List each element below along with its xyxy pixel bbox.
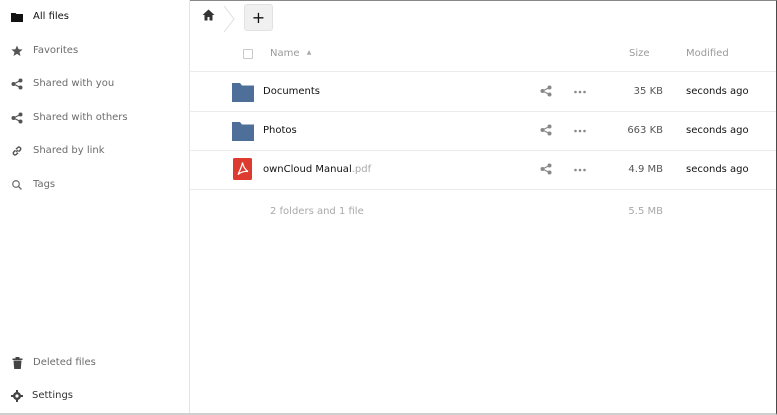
file-modified: seconds ago [686, 125, 749, 136]
summary-total-size: 5.5 MB [628, 206, 663, 217]
breadcrumb-separator [223, 5, 235, 33]
sidebar-item-deleted-files[interactable]: Deleted files [0, 349, 189, 377]
sidebar-item-label: All files [33, 11, 70, 22]
file-list-area: + Name ▲ Size Modified Documents 35 KB s… [190, 0, 776, 413]
share-icon[interactable] [540, 85, 552, 99]
sidebar-item-shared-with-others[interactable]: Shared with others [0, 104, 189, 132]
link-icon [10, 144, 24, 158]
new-file-button[interactable]: + [244, 4, 273, 31]
more-actions-icon[interactable] [573, 125, 587, 137]
table-row[interactable]: Documents 35 KB seconds ago [190, 73, 776, 112]
sidebar-item-label: Shared by link [33, 145, 105, 156]
sidebar-item-favorites[interactable]: Favorites [0, 37, 189, 65]
sidebar: All files Favorites Shared with you Shar… [0, 0, 190, 413]
pdf-file-icon [233, 158, 255, 180]
trash-icon [10, 356, 24, 370]
table-header: Name ▲ Size Modified [190, 36, 776, 72]
sidebar-item-label: Deleted files [33, 357, 96, 368]
folder-icon [10, 10, 24, 24]
file-extension: .pdf [351, 164, 372, 175]
file-name[interactable]: Documents [263, 86, 320, 97]
sidebar-item-label: Settings [32, 390, 74, 401]
select-all-checkbox[interactable] [243, 49, 253, 59]
more-actions-icon[interactable] [573, 164, 587, 176]
file-summary: 2 folders and 1 file 5.5 MB [190, 190, 776, 230]
sidebar-item-tags[interactable]: Tags [0, 171, 189, 199]
file-size: 663 KB [627, 125, 663, 136]
folder-icon [232, 82, 254, 102]
breadcrumb: + [190, 0, 776, 36]
size-column-header[interactable]: Size [629, 48, 650, 59]
modified-column-header[interactable]: Modified [686, 48, 729, 59]
star-icon [10, 44, 24, 58]
name-column-label: Name [270, 48, 300, 59]
share-icon [10, 111, 24, 125]
sidebar-item-label: Favorites [33, 45, 79, 56]
more-actions-icon[interactable] [573, 86, 587, 98]
gear-icon [10, 389, 24, 403]
sidebar-item-shared-by-link[interactable]: Shared by link [0, 137, 189, 165]
sidebar-item-label: Tags [33, 179, 56, 190]
sort-ascending-icon: ▲ [306, 49, 312, 56]
home-icon[interactable] [202, 9, 216, 23]
sidebar-item-label: Shared with others [33, 112, 128, 123]
summary-count: 2 folders and 1 file [270, 206, 364, 217]
folder-icon [232, 121, 254, 141]
file-modified: seconds ago [686, 86, 749, 97]
file-size: 35 KB [633, 86, 663, 97]
sidebar-item-label: Shared with you [33, 78, 115, 89]
sidebar-item-all-files[interactable]: All files [0, 3, 189, 31]
file-name[interactable]: ownCloud Manual.pdf [263, 164, 371, 175]
file-size: 4.9 MB [628, 164, 663, 175]
search-icon [10, 178, 24, 192]
share-icon[interactable] [540, 163, 552, 177]
sidebar-item-shared-with-you[interactable]: Shared with you [0, 70, 189, 98]
table-row[interactable]: ownCloud Manual.pdf 4.9 MB seconds ago [190, 151, 776, 190]
file-modified: seconds ago [686, 164, 749, 175]
share-icon[interactable] [540, 124, 552, 138]
settings-button[interactable]: Settings [0, 382, 189, 410]
name-column-header[interactable]: Name ▲ [270, 48, 311, 59]
table-row[interactable]: Photos 663 KB seconds ago [190, 112, 776, 151]
file-name[interactable]: Photos [263, 125, 297, 136]
share-icon [10, 77, 24, 91]
